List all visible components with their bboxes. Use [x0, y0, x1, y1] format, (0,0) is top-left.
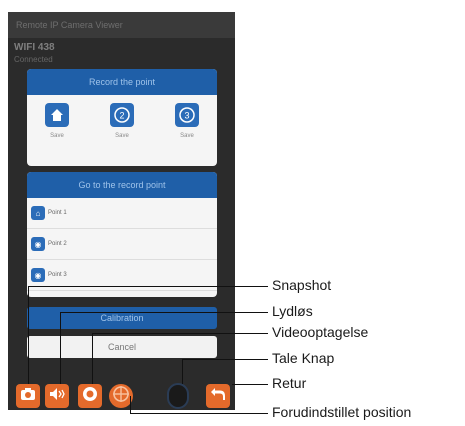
- camera-icon: [20, 387, 36, 406]
- speaker-icon: [49, 387, 65, 406]
- callout-mute: Lydløs: [272, 303, 313, 319]
- callout-preset: Forudindstillet position: [272, 404, 412, 420]
- svg-text:2: 2: [119, 111, 124, 121]
- record-slot-label: Save: [50, 133, 64, 139]
- point-item-2[interactable]: ◉ Point 2: [27, 229, 217, 260]
- talk-button[interactable]: [167, 383, 189, 409]
- mute-button[interactable]: [45, 384, 69, 408]
- back-button[interactable]: [206, 384, 230, 408]
- callout-line-talk: [182, 359, 183, 384]
- point-icon: ◉: [31, 268, 45, 282]
- device-status: Connected: [14, 55, 53, 64]
- callout-talk: Tale Knap: [272, 350, 335, 366]
- callout-line-preset: [130, 396, 131, 414]
- callout-line-back: [232, 384, 268, 385]
- callout-line-mute: [60, 312, 61, 384]
- callout-line-video: [92, 333, 268, 334]
- callout-video: Videooptagelse: [272, 324, 369, 340]
- device-name: WIFI 438: [14, 42, 55, 53]
- point-label: Point 2: [48, 241, 67, 247]
- record-slot-1[interactable]: Save: [37, 103, 77, 139]
- callout-snapshot: Snapshot: [272, 277, 332, 293]
- point-label: Point 3: [48, 272, 67, 278]
- callout-line-talk: [182, 359, 268, 360]
- return-arrow-icon: [210, 387, 226, 406]
- record-slot-label: Save: [180, 133, 194, 139]
- video-record-button[interactable]: [78, 384, 102, 408]
- crosshair-icon: [111, 384, 131, 409]
- callout-line-snapshot: [28, 286, 268, 287]
- callout-line-mute: [60, 312, 268, 313]
- record-point-title: Record the point: [27, 69, 217, 95]
- goto-point-panel: Go to the record point ⌂ Point 1 ◉ Point…: [27, 172, 217, 297]
- svg-text:3: 3: [184, 111, 189, 121]
- house-icon: ⌂: [31, 206, 45, 220]
- callout-line-video: [92, 333, 93, 384]
- callout-line-preset: [130, 413, 268, 414]
- house-icon: [45, 103, 69, 127]
- point-icon: ◉: [31, 237, 45, 251]
- cancel-button[interactable]: Cancel: [27, 336, 217, 358]
- record-icon: [82, 386, 98, 407]
- point-label: Point 1: [48, 210, 67, 216]
- callout-line-snapshot: [28, 286, 29, 384]
- record-slot-3[interactable]: 3 Save: [167, 103, 207, 139]
- record-slot-label: Save: [115, 133, 129, 139]
- calibration-button[interactable]: Calibration: [27, 307, 217, 329]
- phone-screen: Remote IP Camera Viewer WIFI 438 Connect…: [8, 12, 235, 410]
- goto-point-title: Go to the record point: [27, 172, 217, 198]
- record-point-panel: Record the point Save 2 Save 3 Save: [27, 69, 217, 166]
- record-slot-2[interactable]: 2 Save: [102, 103, 142, 139]
- number-3-icon: 3: [175, 103, 199, 127]
- status-bar: Remote IP Camera Viewer: [8, 12, 235, 38]
- point-item-1[interactable]: ⌂ Point 1: [27, 198, 217, 229]
- snapshot-button[interactable]: [16, 384, 40, 408]
- number-2-icon: 2: [110, 103, 134, 127]
- callout-back: Retur: [272, 375, 307, 391]
